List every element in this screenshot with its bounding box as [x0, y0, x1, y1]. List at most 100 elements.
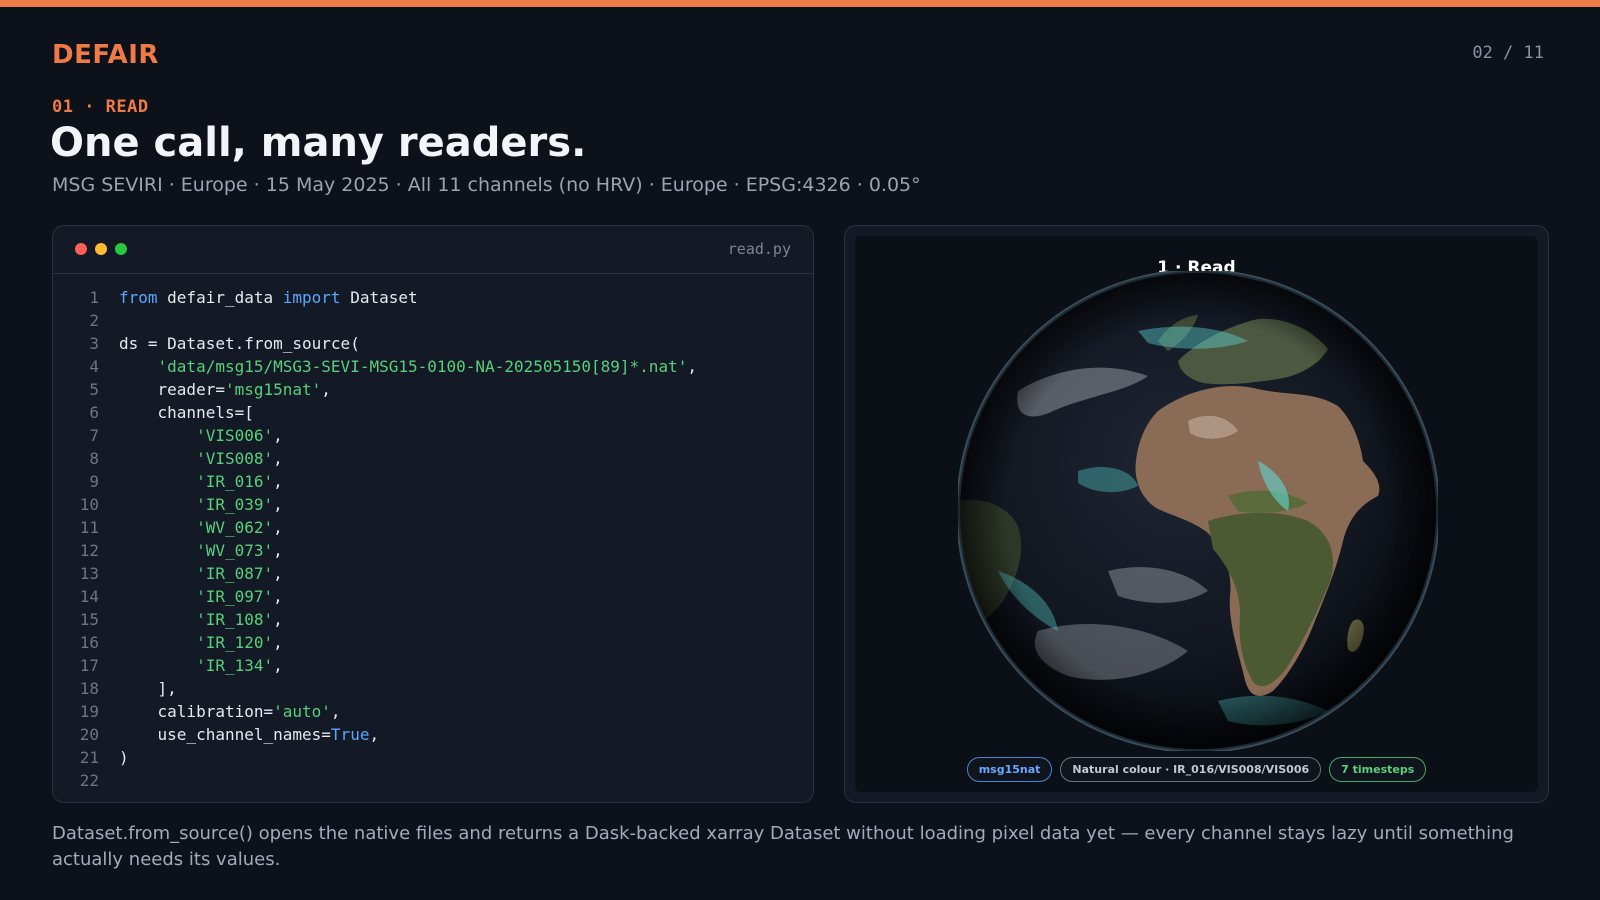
visualization-canvas: 1 · Read msg15nat Natural colour · IR_01…: [855, 236, 1538, 792]
code-text: ,: [273, 587, 283, 606]
code-text: reader=: [119, 380, 225, 399]
code-line: 5 reader='msg15nat',: [53, 378, 813, 401]
code-keyword: True: [330, 725, 370, 744]
code-line: 6 channels=[: [53, 401, 813, 424]
code-string: 'VIS008': [196, 449, 274, 468]
line-number: 6: [89, 403, 99, 422]
line-number: 17: [79, 656, 99, 675]
line-number: 3: [89, 334, 99, 353]
brand-logo: DEFAIR: [52, 40, 159, 70]
code-string: 'IR_097': [196, 587, 274, 606]
code-text: ,: [273, 541, 283, 560]
code-line: 2: [53, 309, 813, 332]
line-number: 5: [89, 380, 99, 399]
line-number: 14: [79, 587, 99, 606]
code-line: 1 from defair_data import Dataset: [53, 286, 813, 309]
code-line: 10 'IR_039',: [53, 493, 813, 516]
line-number: 1: [89, 288, 99, 307]
code-text: ,: [273, 633, 283, 652]
code-text: ,: [273, 610, 283, 629]
code-text: ,: [330, 702, 341, 721]
code-editor[interactable]: 1 from defair_data import Dataset 2 3 ds = D…: [53, 286, 813, 792]
code-string: 'IR_039': [196, 495, 274, 514]
code-text: ,: [321, 380, 331, 399]
code-line: 14 'IR_097',: [53, 585, 813, 608]
code-line: 17 'IR_134',: [53, 654, 813, 677]
close-dot-icon[interactable]: [75, 243, 87, 255]
maximize-dot-icon[interactable]: [115, 243, 127, 255]
code-text: ,: [273, 656, 283, 675]
line-number: 7: [89, 426, 99, 445]
code-text: defair_data: [157, 288, 283, 307]
code-line: 19 calibration='auto',: [53, 700, 813, 723]
reader-badge: msg15nat: [966, 757, 1053, 782]
page-subtitle: MSG SEVIRI · Europe · 15 May 2025 · All …: [52, 174, 921, 196]
section-label: 01 · READ: [52, 97, 149, 117]
page-title: One call, many readers.: [50, 120, 587, 166]
line-number: 21: [79, 748, 99, 767]
line-number: 15: [79, 610, 99, 629]
code-text: ,: [687, 357, 697, 376]
code-string: 'IR_016': [196, 472, 274, 491]
line-number: 8: [89, 449, 99, 468]
code-text: ,: [369, 725, 380, 744]
line-number: 22: [79, 771, 99, 790]
code-text: ],: [119, 679, 177, 698]
code-line: 13 'IR_087',: [53, 562, 813, 585]
line-number: 18: [79, 679, 99, 698]
code-string: 'WV_073': [196, 541, 274, 560]
description-text: Dataset.from_source() opens the native f…: [52, 823, 1514, 870]
code-text: channels=[: [119, 403, 254, 422]
code-keyword: from: [119, 288, 158, 307]
line-number: 9: [89, 472, 99, 491]
code-text: calibration=: [119, 702, 274, 721]
code-text: ,: [273, 495, 283, 514]
code-string: 'IR_087': [196, 564, 274, 583]
code-string: 'VIS006': [196, 426, 274, 445]
code-filename: read.py: [727, 240, 791, 258]
line-number: 12: [79, 541, 99, 560]
code-line: 22: [53, 769, 813, 792]
code-line: 11 'WV_062',: [53, 516, 813, 539]
slide-counter: 02 / 11: [1472, 43, 1544, 63]
code-line: 8 'VIS008',: [53, 447, 813, 470]
code-line: 16 'IR_120',: [53, 631, 813, 654]
code-line: 21): [53, 746, 813, 769]
code-keyword: import: [282, 288, 341, 307]
line-number: 11: [79, 518, 99, 537]
code-string: 'IR_120': [196, 633, 274, 652]
line-number: 20: [79, 725, 99, 744]
code-line: 15 'IR_108',: [53, 608, 813, 631]
code-text: ,: [273, 426, 283, 445]
line-number: 19: [79, 702, 99, 721]
code-text: ,: [273, 449, 283, 468]
code-text: ,: [273, 518, 283, 537]
code-line: 12 'WV_073',: [53, 539, 813, 562]
code-string: 'msg15nat': [224, 380, 322, 399]
code-line: 3 ds = Dataset.from_source(: [53, 332, 813, 355]
earth-disk-image: [958, 271, 1438, 751]
code-line: 7 'VIS006',: [53, 424, 813, 447]
composite-badge: Natural colour · IR_016/VIS008/VIS006: [1060, 757, 1322, 782]
code-line: 4 'data/msg15/MSG3-SEVI-MSG15-0100-NA-20…: [53, 355, 813, 378]
badge-row: msg15nat Natural colour · IR_016/VIS008/…: [855, 757, 1538, 782]
code-string: 'auto': [273, 702, 331, 721]
code-text: Dataset: [340, 288, 418, 307]
code-string: 'IR_108': [196, 610, 274, 629]
line-number: 2: [89, 311, 99, 330]
code-window: read.py 1 from defair_data import Dataset…: [52, 225, 814, 803]
line-number: 4: [89, 357, 99, 376]
minimize-dot-icon[interactable]: [95, 243, 107, 255]
code-string: 'WV_062': [196, 518, 274, 537]
